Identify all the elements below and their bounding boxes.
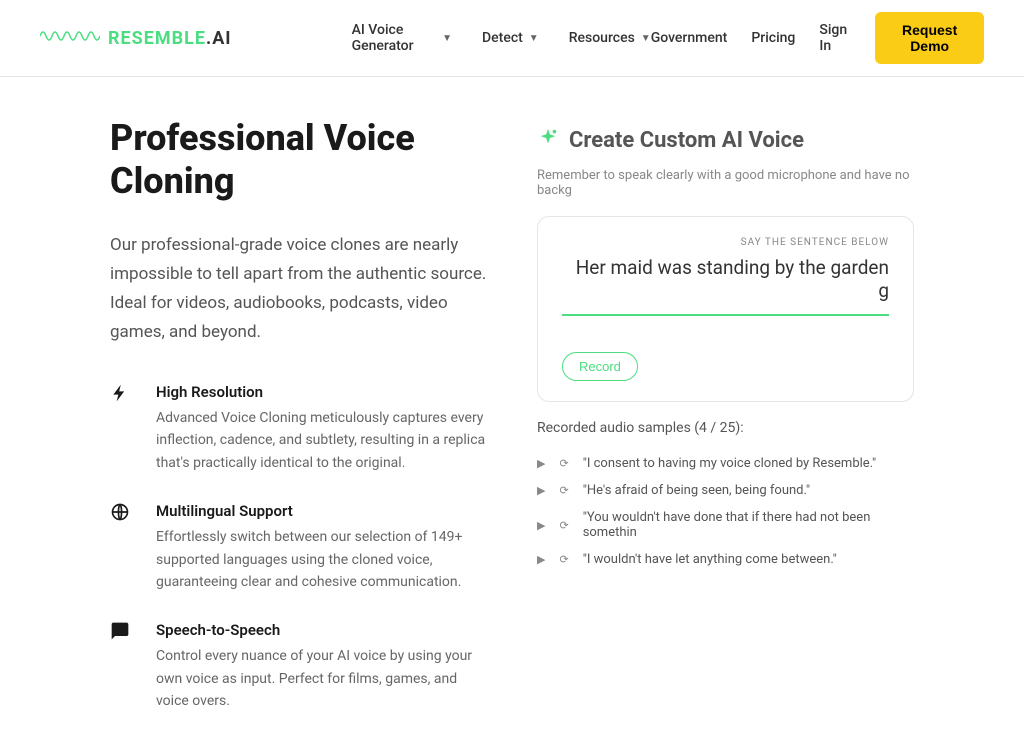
main-content: Professional Voice Cloning Our professio… bbox=[0, 77, 1024, 740]
chat-icon bbox=[110, 621, 138, 712]
nav-center: AI Voice Generator ▼ Detect ▼ Resources … bbox=[352, 22, 651, 54]
play-icon[interactable]: ▶ bbox=[537, 484, 545, 497]
feature-multilingual: Multilingual Support Effortlessly switch… bbox=[110, 502, 487, 593]
refresh-icon[interactable]: ⟳ bbox=[559, 519, 568, 532]
nav-label: Detect bbox=[482, 30, 523, 46]
feature-high-resolution: High Resolution Advanced Voice Cloning m… bbox=[110, 383, 487, 474]
sample-text: "I wouldn't have let anything come betwe… bbox=[583, 552, 837, 567]
logo-wave-icon bbox=[40, 24, 100, 53]
sparkle-icon bbox=[537, 127, 559, 154]
sample-text: "You wouldn't have done that if there ha… bbox=[583, 510, 914, 540]
voice-title: Create Custom AI Voice bbox=[569, 128, 804, 153]
nav-right: Government Pricing Sign In Request Demo bbox=[651, 12, 984, 64]
nav-resources[interactable]: Resources ▼ bbox=[569, 22, 651, 54]
feature-desc: Advanced Voice Cloning meticulously capt… bbox=[156, 407, 487, 474]
feature-desc: Effortlessly switch between our selectio… bbox=[156, 526, 487, 593]
play-icon[interactable]: ▶ bbox=[537, 553, 545, 566]
nav-label: AI Voice Generator bbox=[352, 22, 437, 54]
feature-speech-to-speech: Speech-to-Speech Control every nuance of… bbox=[110, 621, 487, 712]
nav-signin[interactable]: Sign In bbox=[819, 22, 851, 54]
recording-card: SAY THE SENTENCE BELOW Her maid was stan… bbox=[537, 216, 914, 402]
left-column: Professional Voice Cloning Our professio… bbox=[110, 117, 487, 740]
sample-text: "I consent to having my voice cloned by … bbox=[583, 456, 877, 471]
feature-title: High Resolution bbox=[156, 383, 487, 401]
chevron-down-icon: ▼ bbox=[529, 33, 539, 44]
request-demo-button[interactable]: Request Demo bbox=[875, 12, 984, 64]
feature-title: Multilingual Support bbox=[156, 502, 487, 520]
right-column: Create Custom AI Voice Remember to speak… bbox=[537, 117, 914, 740]
play-icon[interactable]: ▶ bbox=[537, 519, 545, 532]
samples-title: Recorded audio samples (4 / 25): bbox=[537, 420, 914, 436]
page-title: Professional Voice Cloning bbox=[110, 117, 487, 203]
sample-row: ▶ ⟳ "I consent to having my voice cloned… bbox=[537, 450, 914, 477]
sample-row: ▶ ⟳ "He's afraid of being seen, being fo… bbox=[537, 477, 914, 504]
play-icon[interactable]: ▶ bbox=[537, 457, 545, 470]
nav-pricing[interactable]: Pricing bbox=[751, 30, 795, 46]
nav-government[interactable]: Government bbox=[651, 30, 728, 46]
bolt-icon bbox=[110, 383, 138, 474]
nav-label: Resources bbox=[569, 30, 635, 46]
nav-detect[interactable]: Detect ▼ bbox=[482, 22, 539, 54]
sample-row: ▶ ⟳ "You wouldn't have done that if ther… bbox=[537, 504, 914, 546]
sentence-text: Her maid was standing by the garden g bbox=[562, 256, 889, 316]
voice-hint: Remember to speak clearly with a good mi… bbox=[537, 168, 914, 198]
chevron-down-icon: ▼ bbox=[641, 33, 651, 44]
refresh-icon[interactable]: ⟳ bbox=[559, 553, 568, 566]
chevron-down-icon: ▼ bbox=[442, 33, 452, 44]
sample-row: ▶ ⟳ "I wouldn't have let anything come b… bbox=[537, 546, 914, 573]
card-label: SAY THE SENTENCE BELOW bbox=[562, 237, 889, 248]
sample-text: "He's afraid of being seen, being found.… bbox=[583, 483, 810, 498]
logo[interactable]: RESEMBLE.AI bbox=[40, 24, 232, 53]
globe-icon bbox=[110, 502, 138, 593]
refresh-icon[interactable]: ⟳ bbox=[559, 484, 568, 497]
record-button[interactable]: Record bbox=[562, 352, 638, 381]
nav-voice-generator[interactable]: AI Voice Generator ▼ bbox=[352, 22, 452, 54]
voice-header: Create Custom AI Voice bbox=[537, 127, 914, 154]
logo-text: RESEMBLE.AI bbox=[108, 28, 232, 49]
feature-desc: Control every nuance of your AI voice by… bbox=[156, 645, 487, 712]
refresh-icon[interactable]: ⟳ bbox=[559, 457, 568, 470]
feature-title: Speech-to-Speech bbox=[156, 621, 487, 639]
header: RESEMBLE.AI AI Voice Generator ▼ Detect … bbox=[0, 0, 1024, 77]
page-subtitle: Our professional-grade voice clones are … bbox=[110, 231, 487, 347]
